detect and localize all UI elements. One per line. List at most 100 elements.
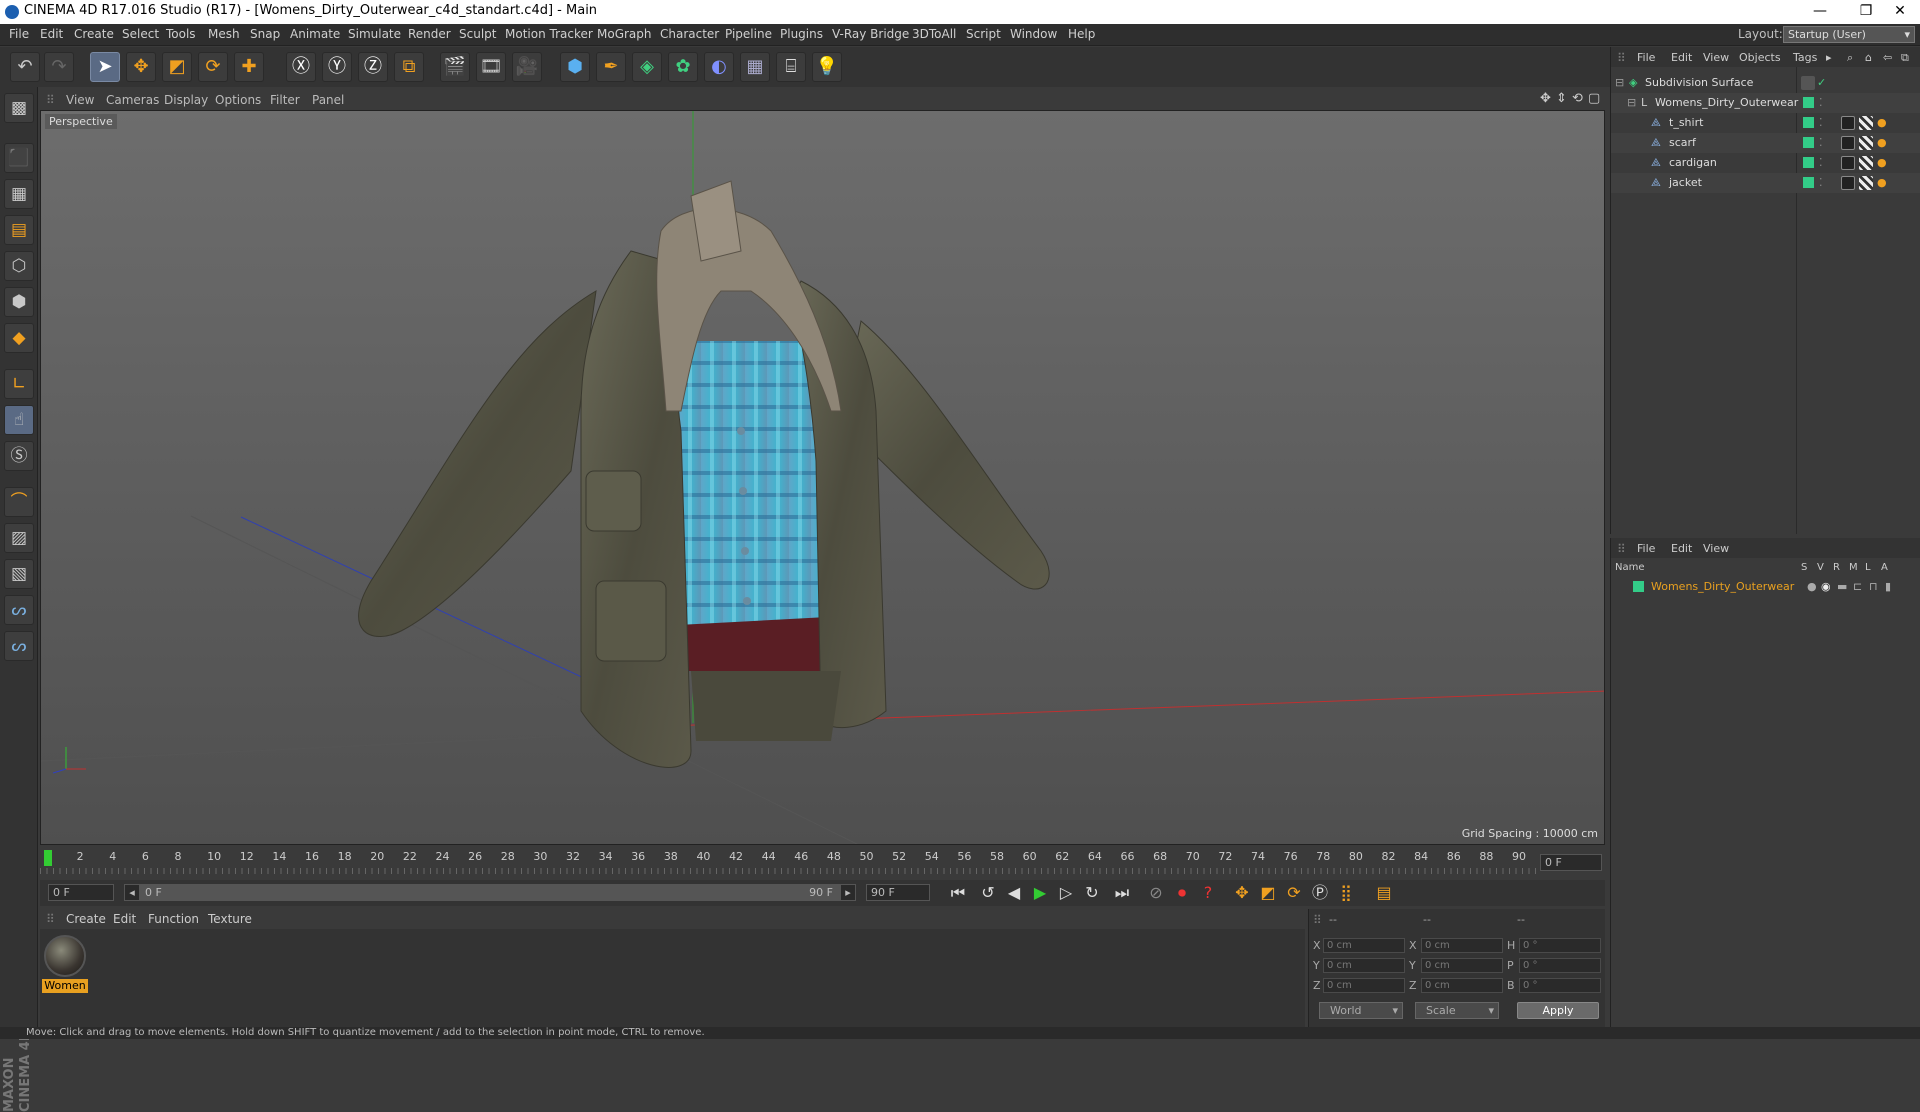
coordinate-system-button[interactable]: ⧉ (394, 52, 424, 82)
camera-label[interactable]: Perspective (45, 114, 117, 129)
play-button[interactable]: ▶ (1028, 882, 1052, 904)
object-menu-edit[interactable]: Edit (1671, 51, 1692, 64)
layer-color-swatch[interactable] (1803, 177, 1814, 188)
range-left-arrow[interactable]: ◂ (124, 884, 140, 901)
viewport-menu-cameras[interactable]: Cameras (106, 93, 159, 107)
column-manager[interactable]: M (1849, 562, 1858, 573)
size-x-field[interactable]: 0 cm (1421, 938, 1503, 953)
menu-create[interactable]: Create (74, 27, 114, 41)
menu-3dtoall[interactable]: 3DToAll (912, 27, 956, 41)
solo-dot-icon[interactable]: ● (1807, 578, 1817, 596)
object-menu-objects[interactable]: Objects (1739, 51, 1781, 64)
texture-mode-button[interactable]: ▦ (4, 179, 34, 209)
material-preview-ball[interactable] (44, 935, 86, 977)
go-to-start-button[interactable]: ⏮ (946, 882, 970, 904)
tree-row-cardigan[interactable]: ⟁ cardigan ⁚ ● (1611, 153, 1920, 173)
edit-render-settings-button[interactable]: 🎥 (512, 52, 542, 82)
redo-button[interactable]: ↷ (44, 52, 74, 82)
animation-icon[interactable]: ▮ (1885, 578, 1891, 596)
material-tag-icon[interactable]: ● (1877, 173, 1887, 193)
key-rotation-button[interactable]: ⟳ (1282, 882, 1306, 904)
add-cube-button[interactable]: ⬢ (560, 52, 590, 82)
rotation-b-field[interactable]: 0 ° (1519, 978, 1601, 993)
material-menu-texture[interactable]: Texture (208, 912, 252, 926)
range-right-arrow[interactable]: ▸ (840, 884, 856, 901)
menu-simulate[interactable]: Simulate (348, 27, 401, 41)
scale-tool-button[interactable]: ◩ (162, 52, 192, 82)
back-icon[interactable]: ⇦ (1883, 51, 1892, 64)
auto-key-button[interactable]: ⏺ (1170, 882, 1194, 904)
move-tool-button[interactable]: ✥ (126, 52, 156, 82)
viewport-nav-zoom-icon[interactable]: ⇕ (1556, 91, 1567, 106)
menu-render[interactable]: Render (408, 27, 451, 41)
tree-row-scarf[interactable]: ⟁ scarf ⁚ ● (1611, 133, 1920, 153)
menu-mograph[interactable]: MoGraph (597, 27, 652, 41)
viewport-menu-filter[interactable]: Filter (270, 93, 300, 107)
column-locked[interactable]: L (1865, 562, 1871, 573)
preview-range-slider[interactable]: 0 F 90 F (140, 884, 840, 901)
menu-edit[interactable]: Edit (40, 27, 63, 41)
tree-row-t-shirt[interactable]: ⟁ t_shirt ⁚ ● (1611, 113, 1920, 133)
python-script-2-button[interactable]: ᔕ (4, 631, 34, 661)
menu-plugins[interactable]: Plugins (780, 27, 823, 41)
view-eye-icon[interactable]: ◉ (1821, 578, 1831, 596)
3d-viewport[interactable]: Perspective Grid Spacing : 10000 cm (40, 110, 1605, 845)
next-frame-button[interactable]: ▷ (1054, 882, 1078, 904)
menu-snap[interactable]: Snap (250, 27, 280, 41)
make-editable-button[interactable]: ▩ (4, 93, 34, 123)
menu-file[interactable]: File (9, 27, 29, 41)
visibility-dots-icon[interactable]: ⁚ (1819, 133, 1823, 153)
visibility-dots-icon[interactable]: ⁚ (1819, 113, 1823, 133)
add-spline-button[interactable]: ✒ (596, 52, 626, 82)
search-icon[interactable]: ⌕ (1847, 51, 1853, 65)
menu-script[interactable]: Script (966, 27, 1001, 41)
layer-menu-file[interactable]: File (1637, 542, 1655, 555)
viewport-menu-view[interactable]: View (66, 93, 94, 107)
playhead-marker[interactable] (44, 850, 52, 866)
column-render[interactable]: R (1833, 562, 1840, 573)
next-key-button[interactable]: ↻ (1080, 882, 1104, 904)
render-icon[interactable]: ▬ (1837, 578, 1847, 596)
render-picture-viewer-button[interactable]: 🎞 (476, 52, 506, 82)
menu-sculpt[interactable]: Sculpt (459, 27, 496, 41)
undo-button[interactable]: ↶ (10, 52, 40, 82)
key-pla-button[interactable]: ⣿ (1334, 882, 1358, 904)
keyframe-selection-button[interactable]: ? (1196, 882, 1220, 904)
render-view-button[interactable]: 🎬 (440, 52, 470, 82)
timeline-window-button[interactable]: ▤ (1372, 882, 1396, 904)
workplane-lock-button[interactable]: ▨ (4, 523, 34, 553)
manager-icon[interactable]: ⊏ (1853, 578, 1862, 596)
tree-row-womens-dirty-outerwear[interactable]: ⊟ Ⅼ Womens_Dirty_Outerwear ⁚ (1611, 93, 1920, 113)
viewport-menu-options[interactable]: Options (215, 93, 261, 107)
python-script-button[interactable]: ᔕ (4, 595, 34, 625)
uvw-tag-icon[interactable] (1859, 156, 1873, 170)
layer-color-swatch[interactable] (1803, 117, 1814, 128)
menu-tools[interactable]: Tools (166, 27, 196, 41)
layer-row[interactable]: Womens_Dirty_Outerwear ● ◉ ▬ ⊏ ⊓ ▮ (1611, 578, 1920, 596)
material-tag-icon[interactable]: ● (1877, 153, 1887, 173)
viewport-nav-move-icon[interactable]: ✥ (1540, 91, 1551, 106)
visibility-dots-icon[interactable] (1801, 76, 1815, 90)
menu-mesh[interactable]: Mesh (208, 27, 240, 41)
menu-character[interactable]: Character (660, 27, 719, 41)
uvw-tag-icon[interactable] (1859, 116, 1873, 130)
lock-icon[interactable]: ⊓ (1869, 578, 1878, 596)
add-floor-button[interactable]: ▦ (740, 52, 770, 82)
menu-select[interactable]: Select (122, 27, 159, 41)
planar-workplane-button[interactable]: ▧ (4, 559, 34, 589)
menu-window[interactable]: Window (1010, 27, 1057, 41)
column-solo[interactable]: S (1801, 562, 1807, 573)
menu-motion-tracker[interactable]: Motion Tracker (505, 27, 593, 41)
object-menu-tags[interactable]: Tags (1793, 51, 1817, 64)
key-position-button[interactable]: ✥ (1230, 882, 1254, 904)
tweak-mode-button[interactable]: ☝ (4, 405, 34, 435)
add-camera-button[interactable]: ⌸ (776, 52, 806, 82)
add-array-button[interactable]: ✿ (668, 52, 698, 82)
rotate-tool-button[interactable]: ⟳ (198, 52, 228, 82)
coordinate-space-select[interactable]: World ▾ (1319, 1002, 1403, 1019)
prev-key-button[interactable]: ↺ (976, 882, 1000, 904)
add-nurbs-button[interactable]: ◈ (632, 52, 662, 82)
material-tag-icon[interactable]: ● (1877, 133, 1887, 153)
minimize-button[interactable]: — (1797, 0, 1843, 24)
material-tag-icon[interactable]: ● (1877, 113, 1887, 133)
